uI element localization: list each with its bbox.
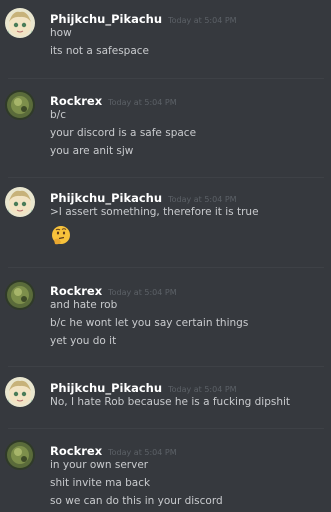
- message-body: and hate rob b/c he wont let you say cer…: [50, 296, 248, 350]
- rockrex-avatar[interactable]: [5, 90, 35, 120]
- message-line: b/c: [50, 109, 66, 121]
- message-line: shit invite ma back: [50, 477, 151, 489]
- message-divider: [8, 177, 324, 178]
- thinking-face-emoji: [52, 226, 70, 245]
- message-divider: [8, 428, 324, 429]
- pikachu-avatar[interactable]: [5, 187, 35, 217]
- pikachu-avatar[interactable]: [5, 377, 35, 407]
- message-body: in your own server shit invite ma back s…: [50, 456, 223, 510]
- message-line: so we can do this in your discord: [50, 495, 223, 507]
- message-line: how: [50, 27, 72, 39]
- message-line: yet you do it: [50, 335, 117, 347]
- rockrex-avatar[interactable]: [5, 440, 35, 470]
- message-line: No, I hate Rob because he is a fucking d…: [50, 396, 291, 408]
- rockrex-avatar[interactable]: [5, 280, 35, 310]
- message-body: b/c your discord is a safe space you are…: [50, 106, 196, 160]
- message-line: in your own server: [50, 459, 149, 471]
- message-line: your discord is a safe space: [50, 127, 197, 139]
- message-line: you are anit sjw: [50, 145, 134, 157]
- chat-log: Phijkchu_Pikachu Today at 5:04 PM how its…: [0, 0, 331, 512]
- message-body: No, I hate Rob because he is a fucking d…: [50, 393, 290, 411]
- message-line: >I assert something, therefore it is tru…: [50, 206, 259, 218]
- message-divider: [8, 267, 324, 268]
- message-line: and hate rob: [50, 299, 118, 311]
- message-line: its not a safespace: [50, 45, 150, 57]
- timestamp: Today at 5:04 PM: [168, 16, 237, 25]
- message-line: b/c he wont let you say certain things: [50, 317, 249, 329]
- message-body: how its not a safespace: [50, 24, 149, 60]
- message-divider: [8, 366, 324, 367]
- message-body: >I assert something, therefore it is tru…: [50, 203, 259, 221]
- message-divider: [8, 78, 324, 79]
- pikachu-avatar[interactable]: [5, 8, 35, 38]
